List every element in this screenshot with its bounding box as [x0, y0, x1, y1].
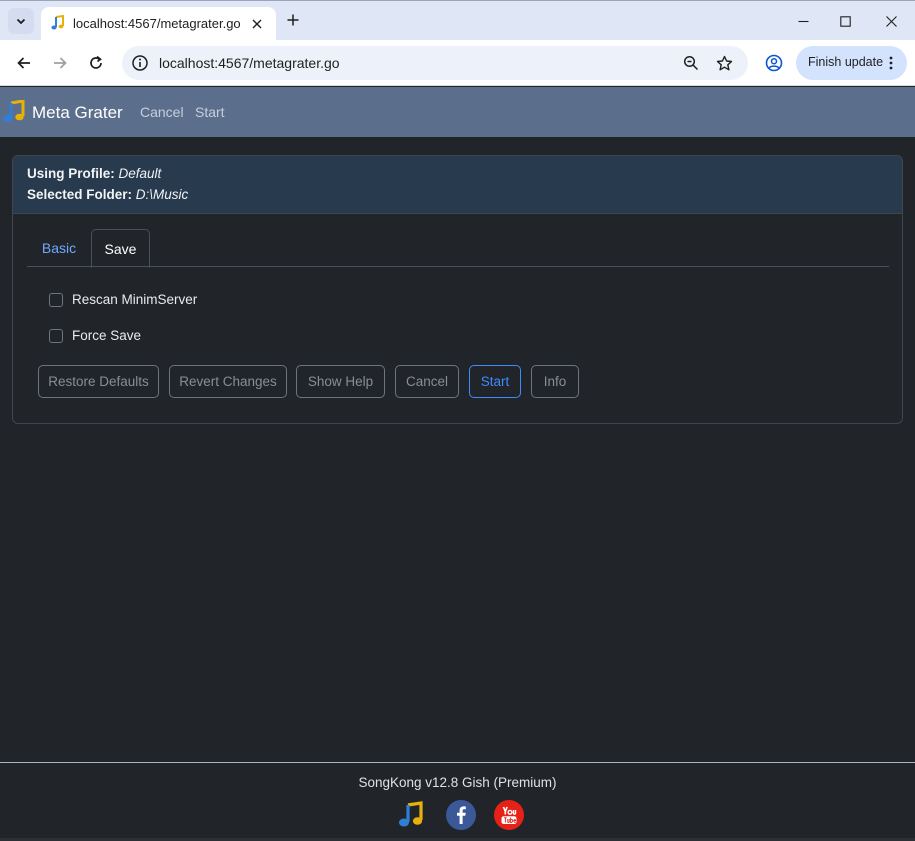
profile-info: Using Profile: Default: [27, 166, 161, 181]
show-help-button[interactable]: Show Help: [296, 365, 385, 398]
option-rescan-minimserver[interactable]: Rescan MinimServer: [49, 292, 197, 307]
back-icon: [17, 57, 30, 69]
finish-update-label: Finish update: [808, 55, 884, 69]
browser-tab[interactable]: localhost:4567/metagrater.go: [41, 7, 276, 41]
app-brand[interactable]: Meta Grater: [32, 103, 123, 123]
close-window-button[interactable]: [876, 7, 906, 35]
facebook-icon[interactable]: [446, 800, 476, 830]
address-bar[interactable]: localhost:4567/metagrater.go: [122, 46, 748, 80]
nav-link-start[interactable]: Start: [195, 104, 225, 120]
songkong-icon[interactable]: [397, 800, 427, 830]
profile-label: Using Profile:: [27, 166, 115, 181]
chevron-down-icon: [16, 18, 26, 25]
profile-icon: [765, 54, 783, 72]
more-vert-icon: [889, 56, 893, 70]
new-tab-button[interactable]: [282, 9, 304, 31]
force-save-checkbox[interactable]: [49, 328, 63, 343]
zoom-icon: [683, 55, 699, 71]
finish-update-button[interactable]: Finish update: [796, 46, 907, 80]
footer-divider: [0, 762, 915, 763]
plus-icon: [287, 14, 299, 26]
browser-toolbar: localhost:4567/metagrater.go Finish upda…: [0, 40, 915, 86]
nav-link-cancel[interactable]: Cancel: [140, 104, 184, 120]
minimize-button[interactable]: [788, 7, 818, 35]
browser-tab-strip: localhost:4567/metagrater.go: [0, 0, 915, 41]
folder-info: Selected Folder: D:\Music: [27, 187, 188, 202]
tab-save[interactable]: Save: [91, 229, 150, 268]
youtube-icon[interactable]: [494, 800, 524, 830]
close-window-icon: [885, 15, 897, 27]
zoom-button[interactable]: [681, 53, 701, 73]
site-info-icon[interactable]: [131, 54, 149, 72]
back-button[interactable]: [11, 50, 37, 76]
tab-basic[interactable]: Basic: [27, 229, 91, 267]
folder-label: Selected Folder:: [27, 187, 133, 202]
restore-defaults-button[interactable]: Restore Defaults: [38, 365, 159, 398]
rescan-minimserver-label[interactable]: Rescan MinimServer: [72, 292, 197, 307]
tab-search-button[interactable]: [8, 8, 34, 34]
cancel-button[interactable]: Cancel: [395, 365, 459, 398]
reload-icon: [90, 55, 102, 69]
profile-value: Default: [118, 166, 162, 181]
folder-value: D:\Music: [135, 187, 189, 202]
rescan-minimserver-checkbox[interactable]: [49, 292, 63, 307]
maximize-button[interactable]: [830, 7, 860, 35]
reload-button[interactable]: [83, 50, 109, 76]
force-save-label[interactable]: Force Save: [72, 328, 141, 343]
maximize-icon: [839, 15, 851, 27]
music-favicon-icon: [51, 15, 64, 30]
revert-changes-button[interactable]: Revert Changes: [169, 365, 287, 398]
options-tabs: Basic Save: [27, 229, 889, 268]
info-button[interactable]: Info: [531, 365, 579, 398]
close-icon: [252, 19, 262, 29]
start-button[interactable]: Start: [469, 365, 521, 398]
tab-close-button[interactable]: [248, 15, 266, 33]
app-navbar: Meta Grater Cancel Start: [0, 87, 915, 137]
forward-button[interactable]: [47, 50, 73, 76]
option-force-save[interactable]: Force Save: [49, 328, 141, 343]
minimize-icon: [798, 20, 808, 22]
task-card: Using Profile: Default Selected Folder: …: [12, 155, 903, 424]
bookmark-button[interactable]: [714, 53, 734, 73]
profile-button[interactable]: [762, 51, 786, 75]
url-text[interactable]: localhost:4567/metagrater.go: [159, 55, 340, 71]
version-text: SongKong v12.8 Gish (Premium): [358, 775, 557, 790]
forward-icon: [54, 57, 67, 69]
songkong-logo-icon[interactable]: [2, 100, 28, 124]
tab-title: localhost:4567/metagrater.go: [73, 16, 241, 31]
card-header: Using Profile: Default Selected Folder: …: [13, 156, 902, 214]
bookmark-star-icon: [716, 55, 732, 70]
